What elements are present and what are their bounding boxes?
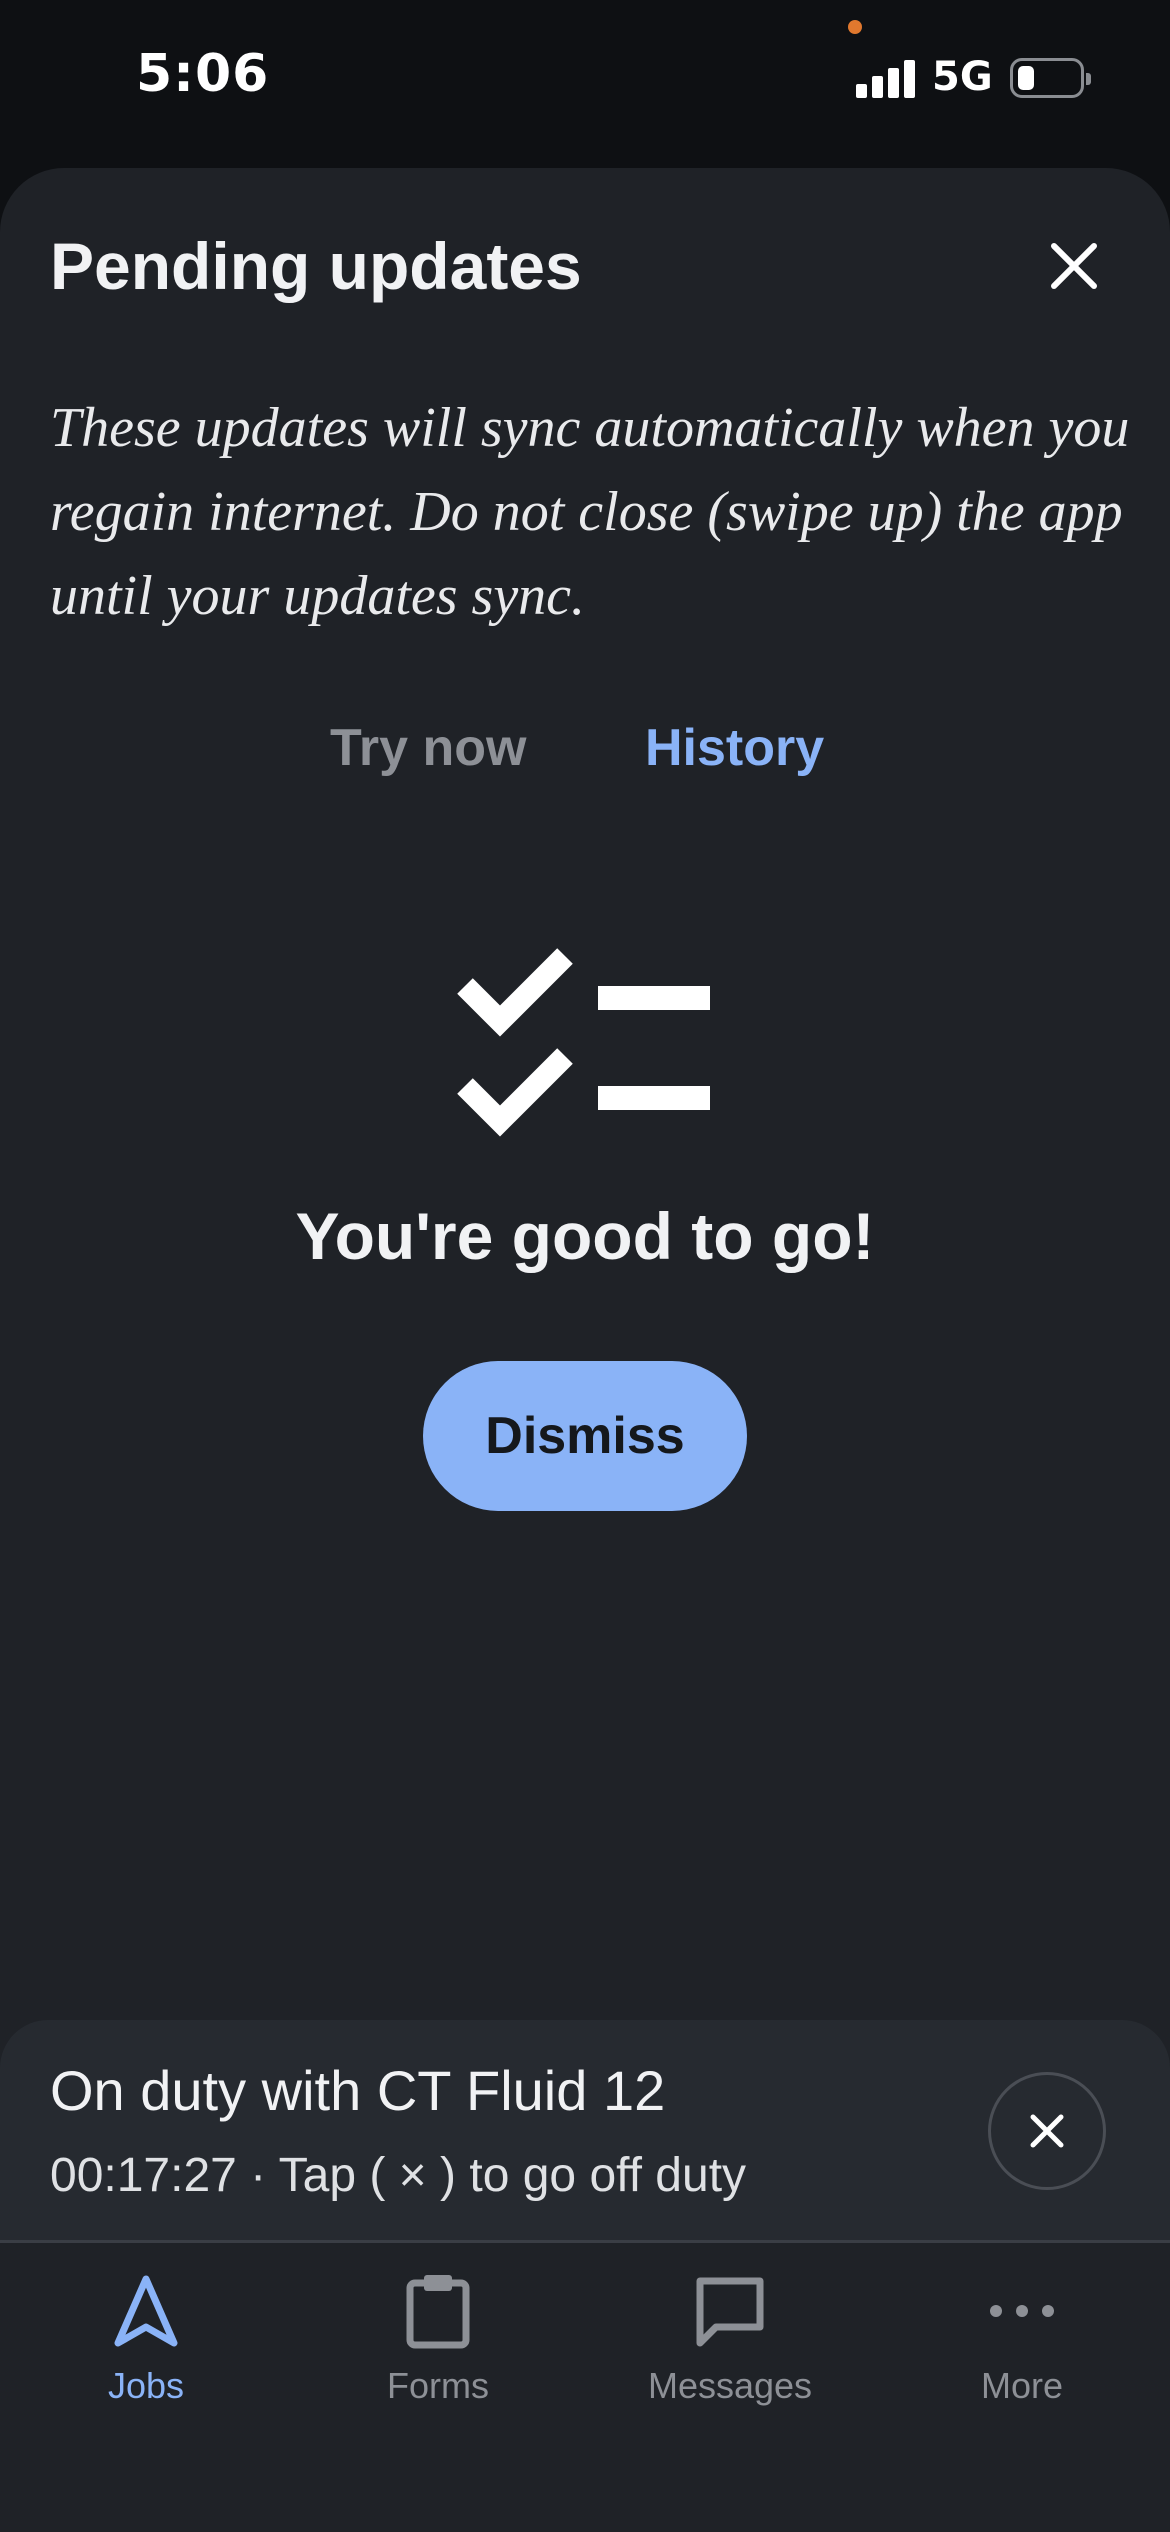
- chat-bubble-icon: [696, 2277, 764, 2347]
- sync-description: These updates will sync automatically wh…: [50, 397, 1130, 627]
- nav-item-forms[interactable]: Forms: [292, 2271, 584, 2421]
- nav-item-messages[interactable]: Messages: [584, 2271, 876, 2421]
- nav-label-more: More: [980, 2365, 1064, 2406]
- go-off-duty-button[interactable]: [988, 2072, 1106, 2190]
- close-sheet-button[interactable]: [1038, 230, 1110, 302]
- clipboard-icon: [406, 2275, 470, 2349]
- bottom-tab-bar: Jobs Forms Messages More: [0, 2243, 1170, 2532]
- nav-label-forms: Forms: [387, 2365, 489, 2406]
- close-icon: [1051, 243, 1097, 289]
- more-dots-icon: [990, 2305, 1054, 2317]
- sheet-tabs: Try now History: [0, 718, 1170, 798]
- nav-label-jobs: Jobs: [107, 2365, 185, 2406]
- navigation-arrow-icon: [114, 2275, 178, 2347]
- on-duty-banner: On duty with CT Fluid 12 00:17:27 · Tap …: [0, 2020, 1170, 2242]
- close-icon: [1030, 2114, 1064, 2148]
- tab-try-now[interactable]: Try now: [330, 718, 526, 778]
- nav-item-jobs[interactable]: Jobs: [0, 2271, 292, 2421]
- signal-icon: [856, 60, 916, 98]
- privacy-indicator-dot: [848, 20, 862, 34]
- battery-icon: [1010, 58, 1091, 98]
- checklist-icon: [457, 948, 710, 1137]
- duty-title: On duty with CT Fluid 12: [50, 2059, 666, 2122]
- nav-item-more[interactable]: More: [876, 2271, 1168, 2421]
- nav-label-messages: Messages: [647, 2365, 813, 2406]
- tab-history[interactable]: History: [645, 718, 824, 778]
- network-type-label: 5G: [932, 54, 993, 100]
- status-time: 5:06: [136, 44, 270, 104]
- sheet-title: Pending updates: [50, 229, 582, 303]
- empty-state-message: You're good to go!: [295, 1199, 875, 1273]
- status-bar: 5:06 5G: [0, 0, 1170, 160]
- dismiss-button[interactable]: Dismiss: [423, 1361, 747, 1511]
- duty-timer-subtitle: 00:17:27 · Tap ( × ) to go off duty: [50, 2149, 747, 2202]
